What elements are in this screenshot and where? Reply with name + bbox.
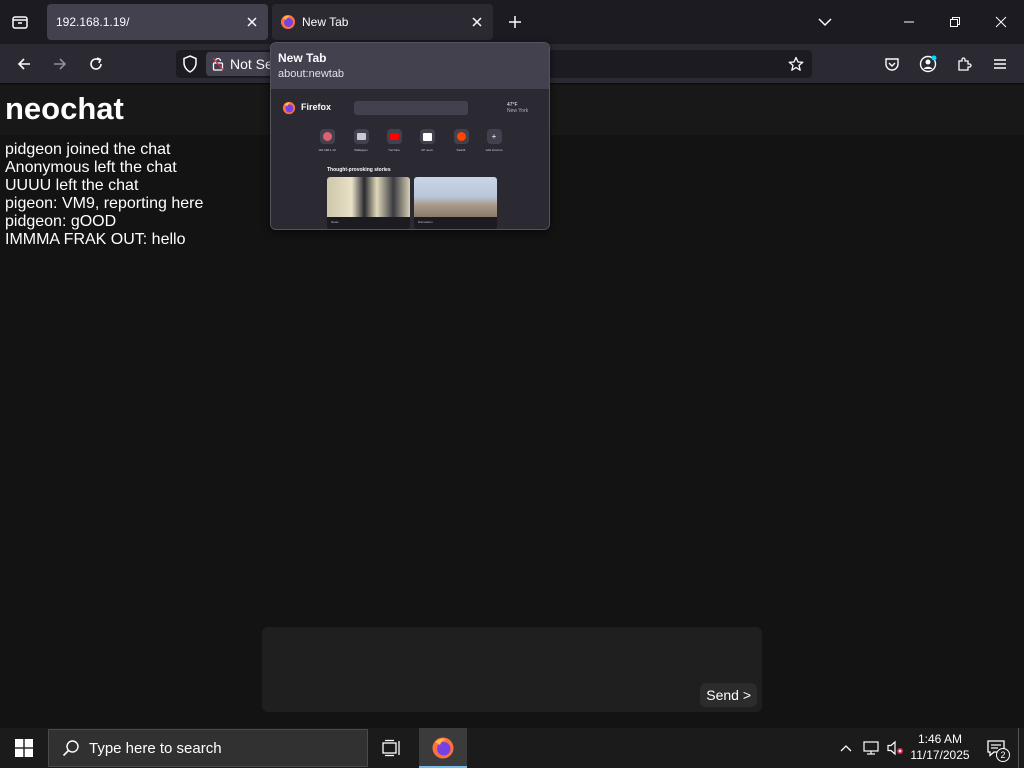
task-view-icon bbox=[382, 739, 400, 757]
chat-message: IMMMA FRAK OUT: hello bbox=[5, 231, 186, 248]
stories-title: Thought-provoking stories bbox=[327, 167, 391, 173]
clock-date: 11/17/2025 bbox=[910, 748, 970, 762]
message-input[interactable]: Send > bbox=[262, 627, 762, 712]
story-card: News bbox=[327, 177, 410, 229]
show-hidden-icons[interactable] bbox=[836, 728, 856, 768]
bookmark-star-icon[interactable] bbox=[786, 54, 806, 74]
windows-logo-icon bbox=[15, 739, 33, 757]
thumbnail-search bbox=[354, 101, 468, 115]
notification-center-button[interactable]: 2 bbox=[978, 728, 1014, 768]
preview-header: New Tab about:newtab bbox=[271, 43, 549, 89]
tab-list-icon[interactable] bbox=[4, 6, 36, 38]
pocket-icon bbox=[885, 58, 899, 71]
send-button[interactable]: Send > bbox=[700, 683, 757, 707]
close-icon bbox=[995, 16, 1007, 28]
taskbar: Type here to search 1:46 AM 11/17/2025 2 bbox=[0, 728, 1024, 768]
taskbar-search[interactable]: Type here to search bbox=[48, 729, 368, 767]
search-icon bbox=[61, 738, 81, 758]
shield-icon[interactable] bbox=[180, 54, 200, 74]
security-label: Not Se bbox=[230, 56, 273, 72]
tab-title: 192.168.1.19/ bbox=[56, 15, 130, 29]
story-card: Discussion bbox=[414, 177, 497, 229]
firefox-icon bbox=[282, 101, 296, 115]
tab-bar: 192.168.1.19/ New Tab bbox=[0, 0, 1024, 44]
list-all-tabs-button[interactable] bbox=[802, 0, 848, 44]
volume-muted-icon[interactable] bbox=[884, 728, 906, 768]
chevron-up-icon bbox=[840, 745, 852, 752]
plus-icon bbox=[509, 16, 521, 28]
start-button[interactable] bbox=[0, 728, 48, 768]
puzzle-icon bbox=[958, 57, 972, 71]
thumbnail-shortcut: YouTube bbox=[382, 129, 406, 152]
hamburger-icon bbox=[994, 59, 1006, 69]
chat-message: pidgeon: gOOD bbox=[5, 213, 117, 230]
thumbnail-brand: Firefox bbox=[301, 102, 332, 112]
broken-lock-icon bbox=[212, 57, 224, 71]
tab-title: New Tab bbox=[302, 15, 349, 29]
back-arrow-icon bbox=[17, 58, 30, 70]
chat-message: pidgeon joined the chat bbox=[5, 141, 171, 158]
preview-thumbnail: Firefox 47°F New York 192.168.1.19 Wallp… bbox=[271, 89, 549, 229]
close-tab-icon[interactable] bbox=[467, 12, 487, 32]
message-list: pidgeon joined the chat Anonymous left t… bbox=[5, 141, 203, 249]
forward-button[interactable] bbox=[44, 48, 76, 80]
thumbnail-weather: 47°F New York bbox=[507, 102, 528, 114]
tab-new-tab[interactable]: New Tab bbox=[272, 4, 493, 40]
task-view-button[interactable] bbox=[374, 728, 410, 768]
chat-message: Anonymous left the chat bbox=[5, 159, 177, 176]
clock[interactable]: 1:46 AM 11/17/2025 bbox=[905, 731, 975, 763]
back-button[interactable] bbox=[8, 48, 40, 80]
reload-button[interactable] bbox=[80, 48, 112, 80]
chevron-down-icon bbox=[818, 18, 832, 27]
thumbnail-shortcut: AP news bbox=[415, 129, 439, 152]
chat-message: pigeon: VM9, reporting here bbox=[5, 195, 204, 212]
preview-title: New Tab bbox=[278, 51, 327, 65]
new-tab-button[interactable] bbox=[502, 8, 528, 36]
thumbnail-shortcut: Wallpaper bbox=[349, 129, 373, 152]
tab-current[interactable]: 192.168.1.19/ bbox=[47, 4, 268, 40]
show-desktop-button[interactable] bbox=[1018, 728, 1024, 768]
forward-arrow-icon bbox=[54, 58, 67, 70]
close-window-button[interactable] bbox=[978, 0, 1024, 44]
chat-message: UUUU left the chat bbox=[5, 177, 139, 194]
account-icon bbox=[919, 55, 937, 73]
firefox-icon bbox=[432, 737, 454, 759]
thumbnail-shortcut: + Add shortcut bbox=[482, 129, 506, 152]
pocket-button[interactable] bbox=[876, 48, 908, 80]
reload-icon bbox=[90, 57, 102, 70]
network-icon[interactable] bbox=[860, 728, 882, 768]
minimize-button[interactable] bbox=[886, 0, 932, 44]
tab-preview-popup: New Tab about:newtab Firefox 47°F New Yo… bbox=[270, 42, 550, 230]
preview-url: about:newtab bbox=[278, 68, 345, 80]
weather-location: New York bbox=[507, 108, 529, 114]
search-placeholder: Type here to search bbox=[89, 739, 222, 757]
thumbnail-shortcut: Reddit bbox=[449, 129, 473, 152]
extensions-button[interactable] bbox=[948, 48, 980, 80]
minimize-icon bbox=[904, 21, 914, 23]
notification-count-badge: 2 bbox=[996, 748, 1010, 762]
account-button[interactable] bbox=[912, 48, 944, 80]
clock-time: 1:46 AM bbox=[917, 732, 963, 746]
restore-icon bbox=[950, 17, 960, 27]
firefox-icon bbox=[281, 15, 295, 29]
taskbar-firefox[interactable] bbox=[419, 728, 467, 768]
restore-button[interactable] bbox=[932, 0, 978, 44]
thumbnail-shortcut: 192.168.1.19 bbox=[315, 129, 339, 152]
app-title: neochat bbox=[5, 91, 124, 126]
menu-button[interactable] bbox=[984, 48, 1016, 80]
close-tab-icon[interactable] bbox=[242, 12, 262, 32]
